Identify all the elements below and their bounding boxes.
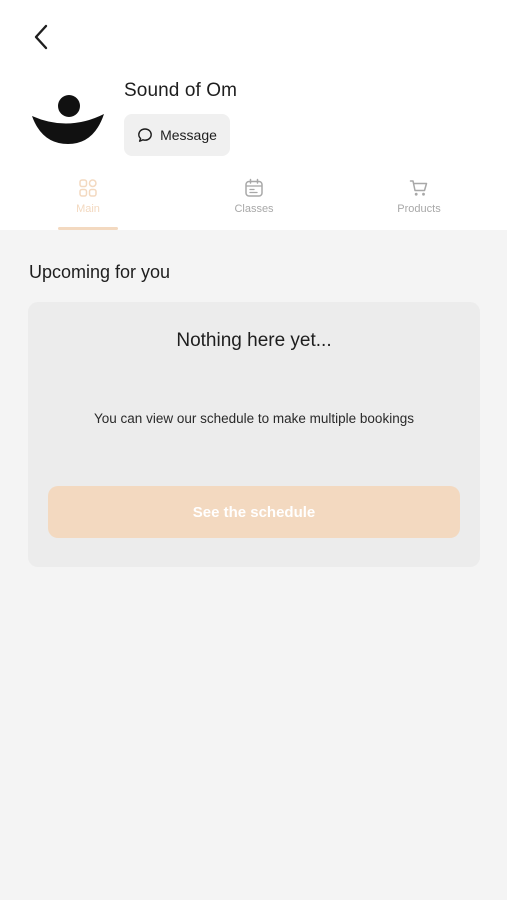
- back-button[interactable]: [26, 22, 56, 52]
- upcoming-section-title: Upcoming for you: [29, 262, 171, 282]
- tab-classes[interactable]: Classes: [194, 178, 314, 230]
- profile-header: Sound of Om Message Main Classes Product…: [0, 0, 507, 230]
- tab-classes-label: Classes: [234, 203, 274, 215]
- tab-main-label: Main: [76, 203, 100, 215]
- message-button[interactable]: Message: [124, 114, 230, 156]
- grid-icon: [79, 179, 97, 197]
- tab-main[interactable]: Main: [28, 178, 148, 230]
- studio-name: Sound of Om: [124, 80, 238, 101]
- tab-products-label: Products: [397, 203, 441, 215]
- calendar-icon: [245, 178, 263, 197]
- active-tab-indicator: [58, 227, 118, 230]
- see-schedule-button[interactable]: See the schedule: [48, 486, 460, 538]
- empty-state-text: You can view our schedule to make multip…: [94, 411, 414, 426]
- tab-products[interactable]: Products: [359, 178, 479, 230]
- upcoming-empty-card: Nothing here yet... You can view our sch…: [28, 302, 480, 567]
- chevron-left-icon: [34, 24, 48, 50]
- cart-icon: [409, 180, 428, 196]
- empty-state-title: Nothing here yet...: [176, 330, 332, 351]
- chat-bubble-icon: [138, 128, 152, 142]
- studio-logo: [28, 80, 106, 158]
- message-button-label: Message: [160, 127, 217, 143]
